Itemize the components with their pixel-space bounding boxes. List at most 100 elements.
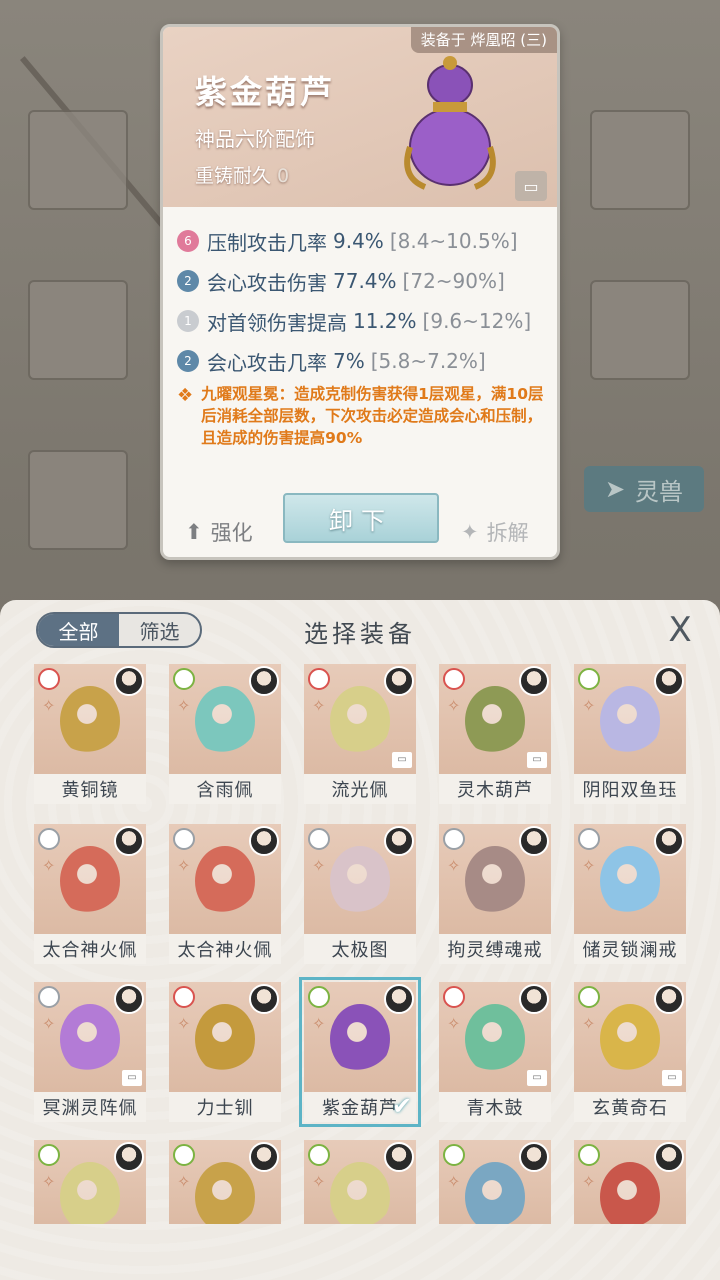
- upgrade-button[interactable]: ⬆ 强化: [185, 517, 253, 547]
- character-avatar: [384, 984, 414, 1014]
- element-icon: [308, 828, 330, 850]
- equipment-name: 力士钏: [169, 1092, 281, 1122]
- character-avatar: [114, 666, 144, 696]
- background-slot: [28, 280, 128, 380]
- reforge-durability: 重铸耐久 0: [195, 161, 289, 188]
- equipment-card[interactable]: ✧ ▭ 玄黄奇石: [574, 982, 686, 1122]
- equipment-image: [60, 686, 120, 756]
- spirit-beast-tab-label: 灵兽: [635, 477, 684, 506]
- unequip-button[interactable]: 卸下: [283, 493, 439, 543]
- equipment-image: [195, 1004, 255, 1074]
- lock-icon: ▭: [122, 1070, 142, 1086]
- lock-icon: ▭: [662, 1070, 682, 1086]
- stat-value: 9.4%: [333, 229, 384, 253]
- set-symbol-icon: ✧: [447, 696, 461, 715]
- equipment-card[interactable]: ✧ ▭ 灵木葫芦: [439, 664, 551, 804]
- equipment-art: ✧ ▭: [574, 982, 686, 1092]
- equipment-card[interactable]: ✧ 力士钏: [169, 982, 281, 1122]
- element-icon: [173, 828, 195, 850]
- equipment-image: [60, 1004, 120, 1074]
- equipment-name: 储灵锁澜戒: [574, 934, 686, 964]
- dismantle-button[interactable]: ✦ 拆解: [461, 517, 529, 547]
- equipment-art: ✧: [304, 824, 416, 934]
- equipment-card[interactable]: ✧: [439, 1140, 551, 1224]
- character-avatar: [519, 1142, 549, 1172]
- skill-description: ❖ 九曜观星冕：造成克制伤害获得1层观星，满10层后消耗全部层数，下次攻击必定造…: [177, 383, 547, 449]
- element-icon: [578, 986, 600, 1008]
- character-avatar: [249, 1142, 279, 1172]
- set-symbol-icon: ✧: [447, 856, 461, 875]
- set-symbol-icon: ✧: [177, 856, 191, 875]
- equipment-card[interactable]: ✧: [34, 1140, 146, 1224]
- equipment-image: [330, 1004, 390, 1074]
- item-detail-card: 装备于 烨凰昭 (三) 紫金葫芦 神品六阶配饰 重铸耐久 0 ▭ 6 压制攻击几率 9…: [160, 24, 560, 560]
- element-icon: [308, 668, 330, 690]
- lock-icon: ▭: [392, 752, 412, 768]
- element-icon: [443, 1144, 465, 1166]
- stat-range: [8.4~10.5%]: [389, 229, 518, 253]
- character-avatar: [654, 666, 684, 696]
- equipment-card[interactable]: ✧: [304, 1140, 416, 1224]
- element-icon: [173, 668, 195, 690]
- stat-range: [9.6~12%]: [422, 309, 532, 333]
- equipment-image: [600, 846, 660, 916]
- character-avatar: [654, 984, 684, 1014]
- equipment-card[interactable]: ✧ ▭ 冥渊灵阵佩: [34, 982, 146, 1122]
- element-icon: [578, 1144, 600, 1166]
- element-icon: [38, 828, 60, 850]
- equipment-card[interactable]: ✧ 阴阳双鱼珏: [574, 664, 686, 804]
- lock-icon: ▭: [527, 1070, 547, 1086]
- equipment-name: 阴阳双鱼珏: [574, 774, 686, 804]
- equipment-art: ✧ ▭: [439, 982, 551, 1092]
- character-avatar: [114, 826, 144, 856]
- equipment-image: [465, 846, 525, 916]
- character-avatar: [519, 826, 549, 856]
- stat-row: 6 压制攻击几率 9.4% [8.4~10.5%]: [177, 221, 547, 261]
- equipment-art: ✧: [304, 1140, 416, 1224]
- equipment-art: ✧: [34, 824, 146, 934]
- equipment-card[interactable]: ✧ 拘灵缚魂戒: [439, 824, 551, 964]
- set-symbol-icon: ✧: [312, 696, 326, 715]
- equipment-image: [465, 1162, 525, 1224]
- equipment-card[interactable]: ✧ 太极图: [304, 824, 416, 964]
- close-icon[interactable]: X: [662, 610, 698, 650]
- equipment-card[interactable]: ✧ 黄铜镜: [34, 664, 146, 804]
- stat-tier-badge-icon: 2: [177, 350, 199, 372]
- element-icon: [38, 668, 60, 690]
- stat-row: 2 会心攻击伤害 77.4% [72~90%]: [177, 261, 547, 301]
- skill-text: 九曜观星冕：造成克制伤害获得1层观星，满10层后消耗全部层数，下次攻击必定造成会…: [201, 385, 544, 447]
- element-icon: [443, 668, 465, 690]
- reforge-label: 重铸耐久: [195, 165, 272, 187]
- equipment-name: 青木鼓: [439, 1092, 551, 1122]
- set-symbol-icon: ✧: [447, 1172, 461, 1191]
- equipment-art: ✧: [304, 982, 416, 1092]
- equipment-image: [330, 1162, 390, 1224]
- set-symbol-icon: ✧: [177, 696, 191, 715]
- equipment-card[interactable]: ✧ 太合神火佩: [34, 824, 146, 964]
- spirit-beast-icon: ➤: [604, 475, 626, 503]
- lock-icon[interactable]: ▭: [515, 171, 547, 201]
- equipment-card[interactable]: ✧: [574, 1140, 686, 1224]
- character-avatar: [114, 984, 144, 1014]
- character-avatar: [519, 666, 549, 696]
- equipment-card[interactable]: ✧ 太合神火佩: [169, 824, 281, 964]
- set-symbol-icon: ✧: [177, 1014, 191, 1033]
- stat-range: [72~90%]: [402, 269, 505, 293]
- equipment-image: [330, 686, 390, 756]
- set-symbol-icon: ✧: [312, 1172, 326, 1191]
- equipment-card[interactable]: ✧ 储灵锁澜戒: [574, 824, 686, 964]
- set-symbol-icon: ✧: [312, 856, 326, 875]
- equipment-name: 太合神火佩: [169, 934, 281, 964]
- equipment-card[interactable]: ✧ 含雨佩: [169, 664, 281, 804]
- stat-value: 11.2%: [353, 309, 417, 333]
- equipment-image: [195, 686, 255, 756]
- equipment-card[interactable]: ✧ ▭ 流光佩: [304, 664, 416, 804]
- equipment-card[interactable]: ✧ 紫金葫芦 ✔: [299, 977, 421, 1127]
- equipment-card[interactable]: ✧: [169, 1140, 281, 1224]
- equipment-name: 拘灵缚魂戒: [439, 934, 551, 964]
- stat-row: 2 会心攻击几率 7% [5.8~7.2%]: [177, 341, 547, 381]
- set-symbol-icon: ✧: [312, 1014, 326, 1033]
- item-rank: 神品六阶配饰: [195, 127, 315, 151]
- equipment-card[interactable]: ✧ ▭ 青木鼓: [439, 982, 551, 1122]
- element-icon: [308, 986, 330, 1008]
